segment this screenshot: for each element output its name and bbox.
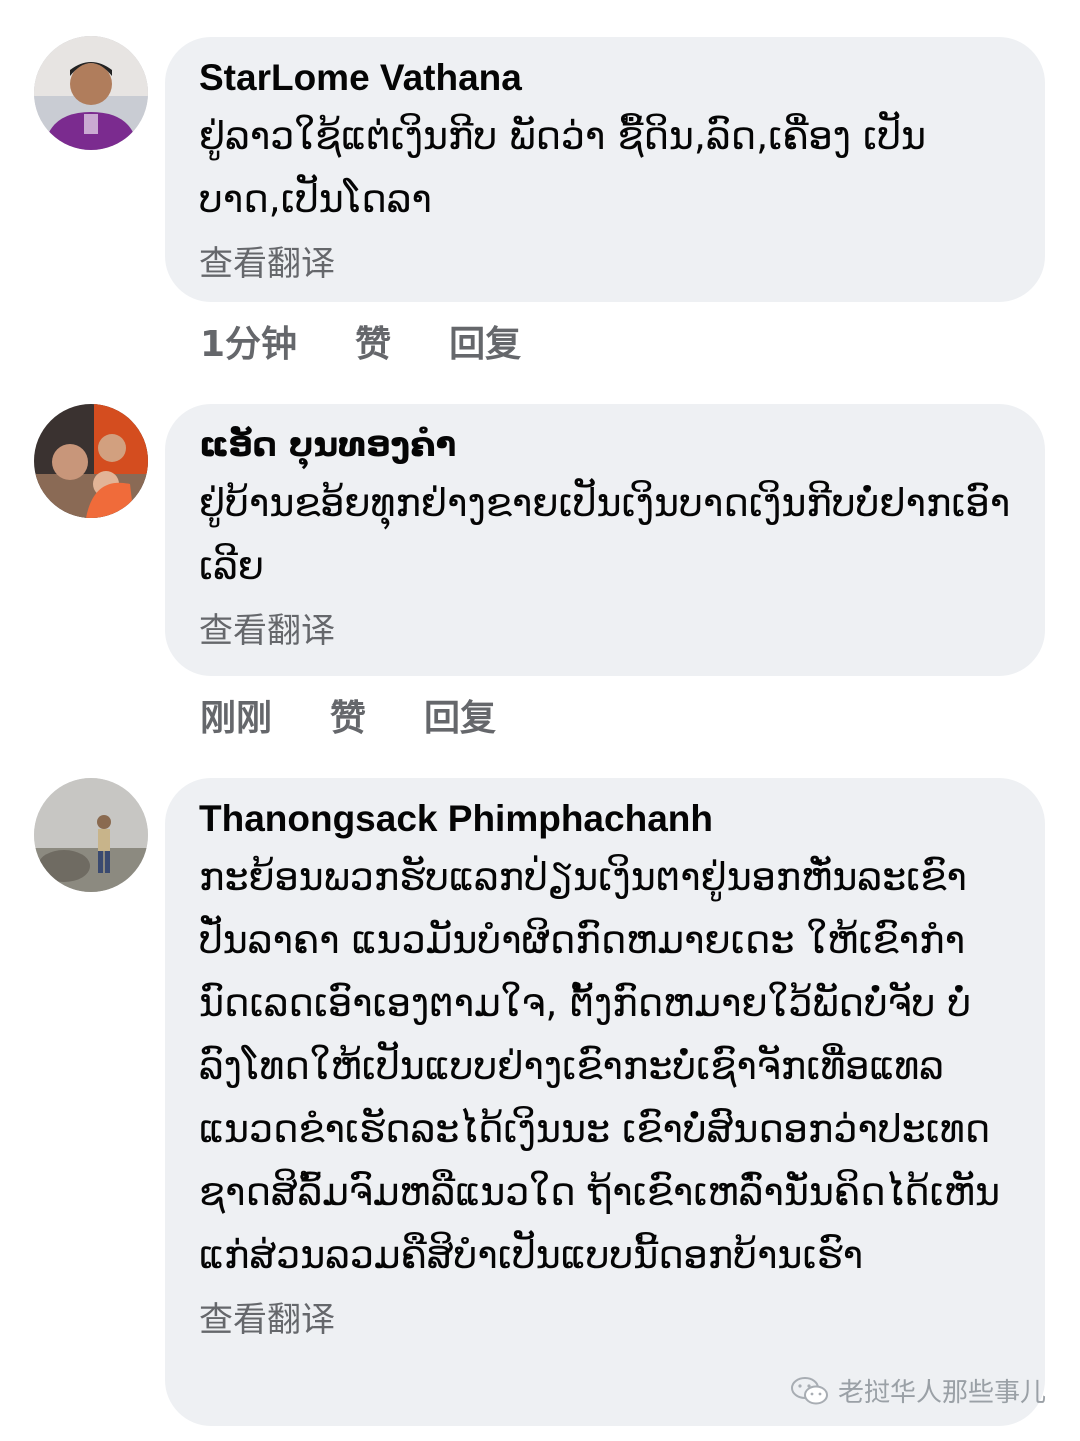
comment-bubble: StarLome Vathana ຢູ່ລາວໃຊ້ແຕ່ເງິນກີບ ພັດ…: [165, 37, 1045, 302]
see-translation-link[interactable]: 查看翻译: [199, 1293, 1015, 1347]
reply-button[interactable]: 回复: [449, 320, 521, 370]
comment-feed: StarLome Vathana ຢູ່ລາວໃຊ້ແຕ່ເງິນກີບ ພັດ…: [0, 0, 1080, 1441]
comment-author[interactable]: Thanongsack Phimphachanh: [199, 796, 1015, 842]
avatar-image: [34, 36, 148, 150]
comment-timestamp: 刚刚: [200, 698, 273, 739]
wechat-icon: [790, 1376, 828, 1404]
comment-timestamp: 1分钟: [200, 324, 298, 365]
comment-author[interactable]: ແອັດ ບຸນທອງຄຳ: [199, 422, 1015, 468]
comment-text: ຢູ່ລາວໃຊ້ແຕ່ເງິນກີບ ພັດວ່າ ຊື້ດິນ,ລົດ,ເຄ…: [199, 114, 927, 221]
comment-text: ກະຍ້ອນພວກຮັບແລກປ່ຽນເງິນຕາຢູ່ນອກຫັ່ນລະເຂົ…: [199, 855, 1001, 1277]
see-translation-link[interactable]: 查看翻译: [199, 237, 1015, 291]
like-button[interactable]: 赞: [330, 694, 366, 744]
watermark-text: 老挝华人那些事儿: [837, 1378, 1046, 1408]
reply-button[interactable]: 回复: [424, 694, 496, 744]
like-button[interactable]: 赞: [355, 320, 391, 370]
see-translation-link[interactable]: 查看翻译: [199, 604, 1015, 658]
avatar[interactable]: [34, 404, 148, 518]
avatar-image: [34, 404, 148, 518]
comment-text: ຢູ່ບ້ານຂອ້ຍທຸກຢ່າງຂາຍເປັນເງິນບາດເງິນກີບບ…: [199, 481, 1011, 588]
comment-bubble: Thanongsack Phimphachanh ກະຍ້ອນພວກຮັບແລກ…: [165, 778, 1045, 1426]
comment-bubble: ແອັດ ບຸນທອງຄຳ ຢູ່ບ້ານຂອ້ຍທຸກຢ່າງຂາຍເປັນເ…: [165, 404, 1045, 676]
avatar-image: [34, 778, 148, 892]
avatar[interactable]: [34, 36, 148, 150]
avatar[interactable]: [34, 778, 148, 892]
watermark: 老挝华人那些事儿: [790, 1372, 1046, 1409]
comment-actions: 刚刚 赞 回复: [200, 694, 554, 744]
comment-actions: 1分钟 赞 回复: [200, 320, 579, 370]
comment-author[interactable]: StarLome Vathana: [199, 55, 1015, 101]
